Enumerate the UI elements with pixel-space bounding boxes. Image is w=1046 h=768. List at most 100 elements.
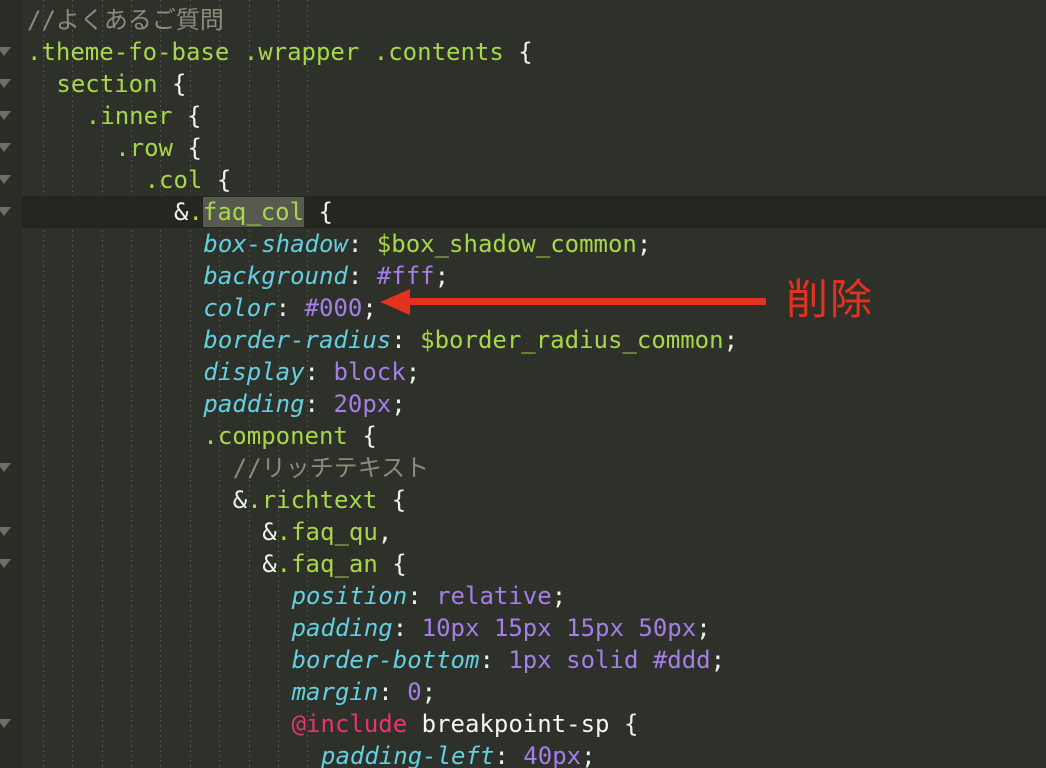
code-token: . [188,198,203,226]
code-line[interactable]: //よくあるご質問 [27,4,224,36]
code-token: @include [291,710,408,738]
code-token: & [232,486,248,514]
code-token: : [275,294,305,322]
code-token: display [203,358,305,386]
code-token: $border_radius_common [420,326,724,354]
code-line[interactable]: //リッチテキスト [233,452,429,484]
code-token: margin [291,678,379,706]
code-token: { [392,550,407,578]
code-token: : [407,582,437,610]
code-token: 1px solid #ddd [508,646,711,674]
code-token: { [518,38,533,66]
code-token: { [171,70,187,98]
code-token: .faq_qu [276,518,378,546]
code-line[interactable]: border-bottom: 1px solid #ddd; [292,644,726,676]
code-token: padding-left [321,742,495,768]
code-token: .component [203,422,363,450]
code-token: , [377,518,393,546]
code-token: 20px [333,390,392,418]
code-token: .theme-fo-base .wrapper .contents [27,38,519,66]
code-token: { [318,198,333,226]
code-token: padding [291,614,393,642]
code-token: border-radius [203,326,392,354]
code-line[interactable]: padding: 10px 15px 15px 50px; [292,612,711,644]
code-line[interactable]: .inner { [86,100,202,132]
code-token: position [291,582,408,610]
code-line[interactable]: &.richtext { [233,484,406,516]
code-token: .inner [85,102,187,130]
code-line[interactable]: margin: 0; [292,676,437,708]
code-token: //リッチテキスト [232,454,429,482]
code-token: color [203,294,276,322]
code-line[interactable]: section { [56,68,186,100]
code-token: ; [581,742,596,768]
code-content[interactable]: //よくあるご質問 .theme-fo-base .wrapper .conten… [0,0,1046,768]
code-token: ; [710,646,726,674]
code-line[interactable]: &.faq_qu, [262,516,392,548]
code-token: border-bottom [291,646,480,674]
code-line[interactable]: .row { [115,132,202,164]
code-token: ; [551,582,567,610]
code-line[interactable]: @include breakpoint-sp { [292,708,639,740]
code-line[interactable]: padding: 20px; [203,388,405,420]
code-token: & [262,518,277,546]
code-token: box-shadow [203,230,348,258]
code-token: #000 [304,294,363,322]
code-line[interactable]: display: block; [203,356,420,388]
code-token: ; [696,614,711,642]
code-token: breakpoint-sp [407,710,624,738]
code-token: { [186,102,202,130]
code-token: section [56,70,172,98]
code-token: relative [436,582,552,610]
code-token: ; [362,294,377,322]
code-token: : [392,614,422,642]
code-line[interactable]: background: #fff; [203,260,449,292]
code-token: { [216,166,232,194]
code-line[interactable]: box-shadow: $box_shadow_common; [203,228,651,260]
code-token: 10px 15px 15px 50px [421,614,697,642]
code-line[interactable]: &.faq_col { [174,196,333,228]
code-token: ; [421,678,437,706]
code-line[interactable]: &.faq_an { [262,548,407,580]
code-token: : [479,646,509,674]
code-token: : [304,390,334,418]
code-line[interactable]: border-radius: $border_radius_common; [203,324,738,356]
code-token: background [203,262,348,290]
code-line[interactable]: .theme-fo-base .wrapper .contents { [27,36,533,68]
code-token: { [623,710,639,738]
code-token: faq_col [202,197,305,227]
code-token: ; [636,230,652,258]
code-token: 40px [523,742,582,768]
code-token: #fff [376,262,435,290]
code-line[interactable]: position: relative; [292,580,567,612]
code-token: { [187,134,202,162]
code-token: ; [723,326,739,354]
code-token: : [391,326,421,354]
code-token: .row [115,134,188,162]
code-line[interactable]: .col { [145,164,232,196]
code-token: 0 [407,678,422,706]
code-token: ; [405,358,421,386]
code-token: { [391,486,407,514]
code-token: : [494,742,524,768]
code-token: block [333,358,406,386]
code-line[interactable]: .component { [203,420,376,452]
code-token: : [347,262,377,290]
code-line[interactable]: padding-left: 40px; [321,740,596,768]
code-token: & [174,198,189,226]
code-token: .richtext [247,486,392,514]
code-line[interactable]: color: #000; [203,292,376,324]
code-token: { [362,422,377,450]
code-token: ; [391,390,406,418]
code-token: //よくあるご質問 [27,6,224,34]
code-token: padding [203,390,305,418]
code-token: : [347,230,377,258]
code-token: .faq_an [276,550,393,578]
code-token: ; [434,262,450,290]
code-token: : [378,678,408,706]
code-editor[interactable]: //よくあるご質問 .theme-fo-base .wrapper .conten… [0,0,1046,768]
code-token: .col [144,166,217,194]
code-token: $box_shadow_common [376,230,637,258]
code-token: & [262,550,277,578]
